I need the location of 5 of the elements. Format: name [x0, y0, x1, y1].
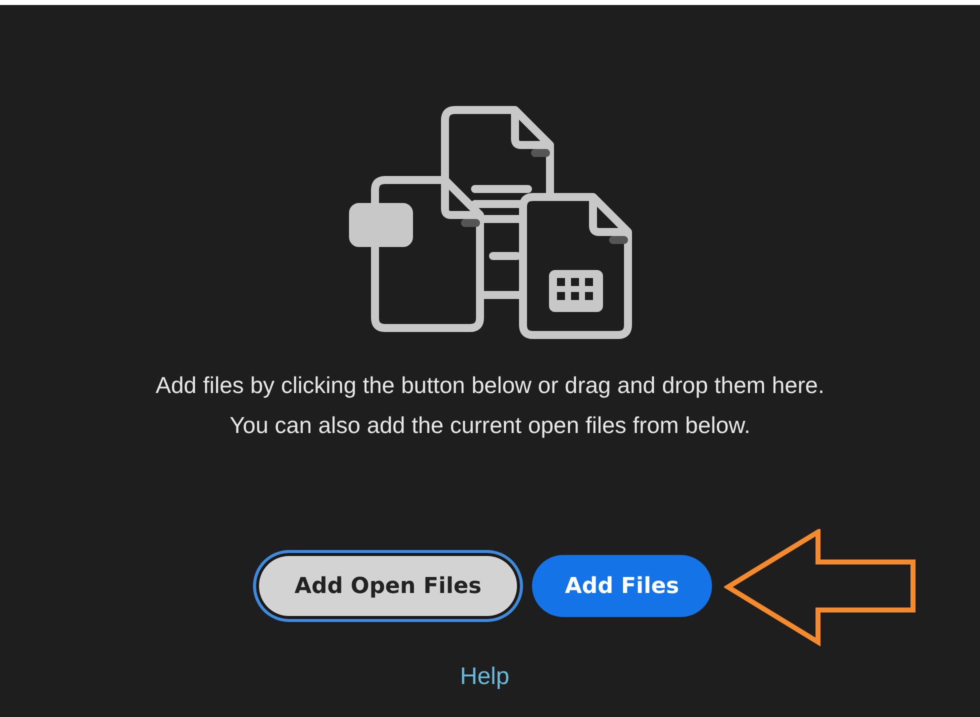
add-button[interactable]: Add Files [532, 555, 712, 617]
add-open-button[interactable]: Add Open Files [256, 553, 520, 619]
help-link[interactable]: Help [460, 663, 510, 691]
instruction-text: Add files by clicking the button below or drag and drop them here. [154, 371, 826, 400]
instruction-text: You can also add the current open files from below. [228, 411, 752, 440]
